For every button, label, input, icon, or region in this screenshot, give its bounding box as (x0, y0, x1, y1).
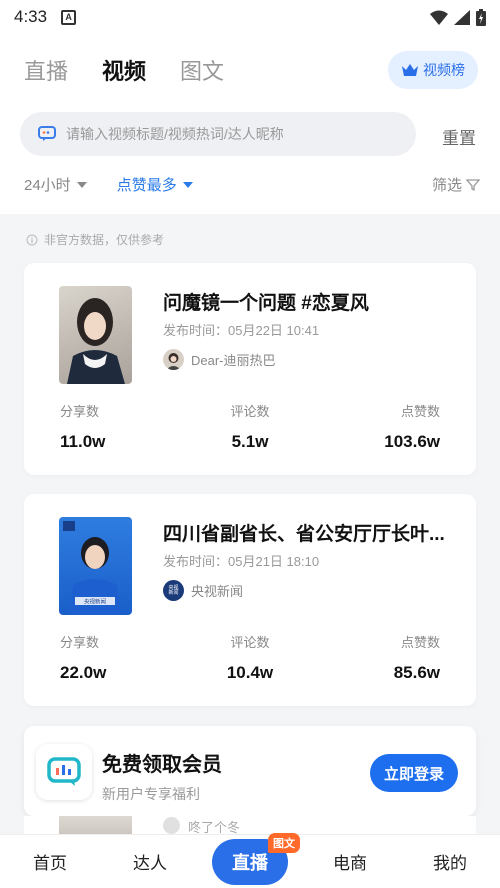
like-stat: 点赞数 103.6w (313, 401, 476, 452)
author[interactable]: 央视新闻 央视新闻 (163, 580, 243, 601)
app-logo-icon (36, 744, 92, 800)
header: 直播 视频 图文 视频榜 请输入视频标题/视频热词/达人昵称 重置 24小时 点… (0, 34, 500, 214)
video-rank-label: 视频榜 (423, 62, 465, 78)
stat-value: 22.0w (60, 663, 107, 682)
chevron-down-icon (182, 181, 193, 188)
filter-button[interactable]: 筛选 (432, 174, 480, 195)
video-stats: 分享数 11.0w 评论数 5.1w 点赞数 103.6w (24, 401, 476, 452)
chevron-down-icon (76, 181, 87, 188)
video-card[interactable]: 问魔镜一个问题 #恋夏风 发布时间：05月22日 10:41 Dear-迪丽热巴… (24, 263, 476, 475)
stat-value: 10.4w (226, 663, 274, 682)
filter-bar: 24小时 点赞最多 筛选 (24, 174, 480, 195)
reset-button[interactable]: 重置 (442, 124, 476, 149)
status-bar: 4:33 A (0, 0, 500, 34)
video-thumbnail[interactable] (59, 286, 132, 384)
video-title[interactable]: 问魔镜一个问题 #恋夏风 (163, 288, 458, 315)
search-placeholder: 请输入视频标题/视频热词/达人昵称 (66, 126, 284, 142)
content-tabs: 直播 视频 图文 (24, 54, 224, 86)
sort-dropdown[interactable]: 点赞最多 (117, 174, 193, 195)
stat-label: 评论数 (230, 404, 270, 419)
chat-search-icon (38, 126, 56, 141)
promo-subtitle: 新用户专享福利 (102, 786, 200, 802)
status-icons (430, 8, 486, 26)
stat-value: 5.1w (231, 432, 269, 451)
stat-value: 103.6w (384, 432, 441, 451)
video-thumbnail (59, 816, 132, 836)
bottom-nav: 首页 达人 直播 图文 电商 我的 (0, 832, 500, 888)
status-time: 4:33 (14, 7, 48, 26)
login-button[interactable]: 立即登录 (370, 754, 458, 792)
stat-label: 点赞数 (401, 635, 441, 650)
stat-value: 11.0w (60, 432, 106, 451)
wifi-icon (430, 10, 448, 25)
list-item-peek: 咚了个冬 (24, 816, 476, 836)
share-stat: 分享数 22.0w (24, 632, 187, 683)
battery-icon (476, 8, 486, 26)
image-text-badge: 图文 (268, 832, 300, 853)
time-range-label: 24小时 (24, 177, 71, 194)
stat-value: 85.6w (393, 663, 441, 682)
video-card[interactable]: 央视新闻 四川省副省长、省公安厅厅长叶... 发布时间：05月21日 18:10… (24, 494, 476, 706)
stat-label: 分享数 (60, 635, 100, 650)
tab-video[interactable]: 视频 (102, 54, 146, 86)
nav-influencers[interactable]: 达人 (112, 849, 188, 874)
info-icon (26, 234, 38, 245)
avatar (163, 817, 180, 834)
news-anchor-image: 央视新闻 (63, 521, 121, 615)
video-thumbnail[interactable]: 央视新闻 (59, 517, 132, 615)
membership-promo[interactable]: 免费领取会员 新用户专享福利 立即登录 (24, 726, 476, 816)
notice-text: 非官方数据，仅供参考 (44, 233, 165, 247)
nav-ecommerce[interactable]: 电商 (312, 849, 388, 874)
nav-mine[interactable]: 我的 (412, 849, 488, 874)
avatar (163, 349, 184, 370)
tab-live[interactable]: 直播 (24, 54, 68, 86)
data-notice: 非官方数据，仅供参考 (26, 231, 164, 248)
author-name: 央视新闻 (191, 584, 244, 599)
author-name: Dear-迪丽热巴 (191, 353, 276, 368)
portrait-image (67, 298, 125, 384)
sort-label: 点赞最多 (116, 177, 177, 194)
share-stat: 分享数 11.0w (24, 401, 187, 452)
publish-time: 发布时间：05月21日 18:10 (163, 554, 320, 569)
avatar-text: 央视新闻 (168, 584, 179, 596)
video-rank-button[interactable]: 视频榜 (388, 51, 478, 89)
like-stat: 点赞数 85.6w (313, 632, 476, 683)
nav-live[interactable]: 直播 图文 (212, 832, 300, 885)
comment-stat: 评论数 5.1w (187, 401, 314, 452)
notification-a-icon: A (61, 9, 77, 25)
signal-icon (454, 9, 470, 25)
crown-icon (402, 64, 418, 76)
filter-funnel-icon (466, 178, 480, 191)
avatar: 央视新闻 (163, 580, 184, 601)
stat-label: 评论数 (230, 635, 270, 650)
stat-label: 分享数 (60, 404, 100, 419)
promo-title: 免费领取会员 (102, 754, 222, 776)
nav-home[interactable]: 首页 (12, 849, 88, 874)
stat-label: 点赞数 (401, 404, 441, 419)
publish-time: 发布时间：05月22日 10:41 (163, 323, 320, 338)
tab-image-text[interactable]: 图文 (180, 54, 224, 86)
thumb-caption: 央视新闻 (84, 598, 106, 606)
filter-label: 筛选 (431, 177, 462, 194)
author[interactable]: Dear-迪丽热巴 (163, 349, 276, 370)
time-range-dropdown[interactable]: 24小时 (24, 174, 87, 195)
comment-stat: 评论数 10.4w (187, 632, 314, 683)
video-stats: 分享数 22.0w 评论数 10.4w 点赞数 85.6w (24, 632, 476, 683)
video-title[interactable]: 四川省副省长、省公安厅厅长叶... (163, 519, 458, 546)
search-input[interactable]: 请输入视频标题/视频热词/达人昵称 (20, 112, 416, 156)
